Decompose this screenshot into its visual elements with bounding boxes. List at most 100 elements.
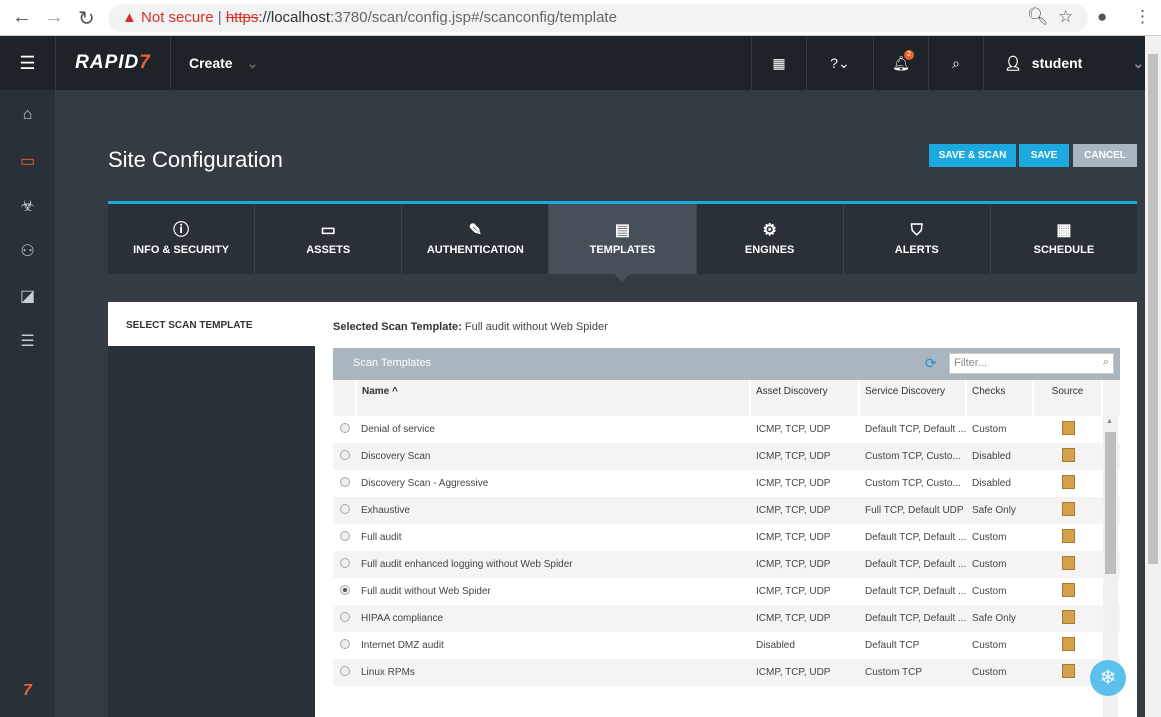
forward-icon[interactable]: → — [44, 6, 64, 29]
page-title: Site Configuration — [108, 147, 283, 172]
calendar-icon[interactable]: ▦ — [751, 36, 806, 90]
column-name[interactable]: Name ^ — [357, 380, 751, 416]
service-discovery: Default TCP, Default ... — [865, 424, 967, 435]
table-title: Scan Templates — [353, 357, 432, 369]
template-name: Exhaustive — [361, 505, 410, 516]
policies-icon[interactable]: ⚇ — [0, 241, 55, 261]
help-widget-icon[interactable]: ❄ — [1090, 660, 1126, 696]
tab-schedule[interactable]: ▦ SCHEDULE — [991, 204, 1137, 274]
asset-discovery: ICMP, TCP, UDP — [756, 586, 831, 597]
help-icon[interactable]: ?⌄ — [806, 36, 873, 90]
table-row[interactable]: Full audit enhanced logging without Web … — [333, 551, 1120, 578]
asset-discovery: ICMP, TCP, UDP — [756, 667, 831, 678]
logo[interactable]: RAPID7 — [55, 36, 170, 90]
cancel-button[interactable]: CANCEL — [1073, 144, 1137, 167]
row-radio[interactable] — [340, 531, 350, 541]
user-icon: 👤︎ — [1004, 54, 1022, 71]
tab-authentication[interactable]: ✎ AUTHENTICATION — [402, 204, 550, 274]
table-row[interactable]: Exhaustive ICMP, TCP, UDP Full TCP, Defa… — [333, 497, 1120, 524]
row-radio[interactable] — [340, 639, 350, 649]
row-radio[interactable] — [340, 585, 350, 595]
tab-label: ASSETS — [306, 243, 351, 256]
service-discovery: Default TCP, Default ... — [865, 559, 967, 570]
table-row[interactable]: Linux RPMs ICMP, TCP, UDP Custom TCP Cus… — [333, 659, 1120, 686]
table-row[interactable]: Discovery Scan - Aggressive ICMP, TCP, U… — [333, 470, 1120, 497]
page-scrollbar[interactable] — [1145, 36, 1161, 717]
checks: Custom — [972, 667, 1007, 678]
row-radio[interactable] — [340, 450, 350, 460]
shield-check-icon: ⛉ — [910, 221, 923, 239]
tab-templates[interactable]: ▤ TEMPLATES — [549, 204, 697, 282]
edit-icon: ✎ — [468, 221, 483, 239]
menu-icon[interactable]: ⋮ — [1134, 7, 1151, 27]
create-menu[interactable]: Create ⌄ — [170, 36, 270, 90]
app-header: ☰ RAPID7 Create ⌄ ▦ ?⌄ 🔔︎ 2 ⌕ 👤︎ student ⌄ — [0, 36, 1145, 90]
save-and-scan-button[interactable]: SAVE & SCAN — [929, 144, 1016, 167]
tickets-icon[interactable]: ☰ — [0, 331, 55, 351]
refresh-icon[interactable]: ⟳ — [925, 355, 937, 372]
table-row[interactable]: HIPAA compliance ICMP, TCP, UDP Default … — [333, 605, 1120, 632]
profile-icon[interactable]: ● — [1097, 7, 1107, 27]
template-name: Internet DMZ audit — [361, 640, 444, 651]
template-name: Discovery Scan — [361, 451, 431, 462]
table-row[interactable]: Full audit ICMP, TCP, UDP Default TCP, D… — [333, 524, 1120, 551]
table-row[interactable]: Discovery Scan ICMP, TCP, UDP Custom TCP… — [333, 443, 1120, 470]
built-in-source-icon — [1062, 448, 1075, 462]
table-row[interactable]: Internet DMZ audit Disabled Default TCP … — [333, 632, 1120, 659]
tab-label: ENGINES — [744, 243, 795, 256]
home-icon[interactable]: ⌂ — [0, 106, 55, 124]
built-in-source-icon — [1062, 475, 1075, 489]
assets-icon[interactable]: ▭ — [0, 151, 55, 171]
tab-info-security[interactable]: ⓘ INFO & SECURITY — [108, 204, 256, 274]
browser-toolbar: ← → ↻ ▲ Not secure | https://localhost:3… — [0, 0, 1161, 36]
checks: Safe Only — [972, 505, 1016, 516]
selected-label: Selected Scan Template: — [333, 321, 462, 333]
row-radio[interactable] — [340, 477, 350, 487]
service-discovery: Full TCP, Default UDP — [865, 505, 964, 516]
template-name: Full audit — [361, 532, 402, 543]
template-name: Full audit enhanced logging without Web … — [361, 559, 573, 570]
asset-discovery: ICMP, TCP, UDP — [756, 478, 831, 489]
column-asset-discovery[interactable]: Asset Discovery — [751, 380, 860, 416]
config-tabs: ⓘ INFO & SECURITY ▭ ASSETS ✎ AUTHENTICATION… — [108, 201, 1137, 282]
star-icon[interactable]: ☆ — [1058, 7, 1073, 27]
row-radio[interactable] — [340, 612, 350, 622]
tab-label: SCHEDULE — [1033, 243, 1095, 256]
save-button[interactable]: SAVE — [1019, 144, 1069, 167]
column-source[interactable]: Source — [1034, 380, 1103, 416]
asset-discovery: ICMP, TCP, UDP — [756, 559, 831, 570]
left-nav-area — [108, 346, 315, 717]
vulnerabilities-icon[interactable]: ☣ — [0, 196, 55, 216]
template-name: HIPAA compliance — [361, 613, 444, 624]
search-icon[interactable]: ⌕ — [928, 36, 983, 90]
table-row[interactable]: Denial of service ICMP, TCP, UDP Default… — [333, 416, 1120, 443]
tab-engines[interactable]: ⚙ ENGINES — [697, 204, 844, 274]
selected-template: Selected Scan Template: Full audit witho… — [333, 321, 608, 333]
sidebar: ⌂ ▭ ☣ ⚇ ◪ ☰ 7 — [0, 90, 55, 717]
url-path: :3780/scan/config.jsp#/scanconfig/templa… — [330, 9, 617, 26]
select-scan-template-nav[interactable]: SELECT SCAN TEMPLATE — [108, 302, 315, 346]
table-row[interactable]: Full audit without Web Spider ICMP, TCP,… — [333, 578, 1120, 605]
template-icon: ▤ — [614, 221, 631, 239]
template-name: Denial of service — [361, 424, 435, 435]
column-checks[interactable]: Checks — [967, 380, 1034, 416]
back-icon[interactable]: ← — [12, 6, 32, 29]
notification-badge: 2 — [904, 50, 914, 60]
tab-assets[interactable]: ▭ ASSETS — [255, 204, 403, 274]
checks: Custom — [972, 640, 1007, 651]
row-radio[interactable] — [340, 558, 350, 568]
built-in-source-icon — [1062, 556, 1075, 570]
address-bar[interactable]: ▲ Not secure | https://localhost:3780/sc… — [108, 4, 1088, 32]
row-radio[interactable] — [340, 666, 350, 676]
row-radio[interactable] — [340, 423, 350, 433]
tab-alerts[interactable]: ⛉ ALERTS — [844, 204, 991, 274]
bell-icon[interactable]: 🔔︎ 2 — [873, 36, 928, 90]
user-menu[interactable]: 👤︎ student ⌄ — [983, 36, 1145, 90]
filter-input[interactable]: Filter... ⌕ — [949, 353, 1114, 374]
column-service-discovery[interactable]: Service Discovery — [860, 380, 967, 416]
reload-icon[interactable]: ↻ — [78, 6, 95, 31]
row-radio[interactable] — [340, 504, 350, 514]
reports-icon[interactable]: ◪ — [0, 286, 55, 306]
zoom-icon[interactable]: 🔍︎ — [1027, 7, 1049, 27]
hamburger-icon[interactable]: ☰ — [0, 36, 55, 90]
